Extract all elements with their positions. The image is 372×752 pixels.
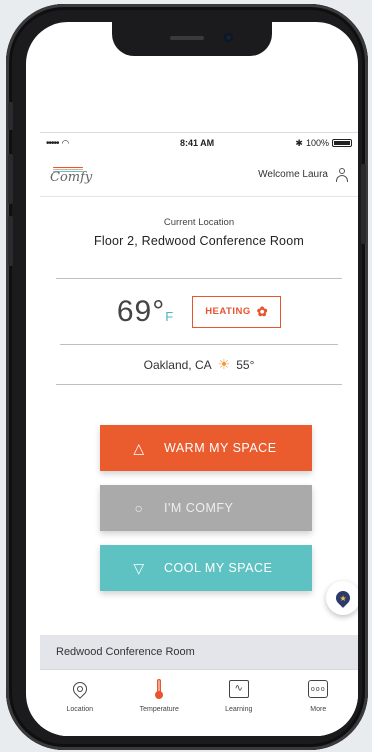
- bottom-tab-bar: Location Temperature ∿ Learning ooo More: [40, 669, 358, 725]
- weather-temp: 55°: [236, 357, 255, 372]
- tab-label: Learning: [225, 706, 253, 713]
- power-button: [361, 164, 366, 244]
- bluetooth-icon: ✱: [295, 137, 303, 148]
- battery-icon: [332, 139, 352, 147]
- user-icon[interactable]: [336, 167, 348, 182]
- temperature-unit: F: [165, 308, 175, 324]
- floating-location-button[interactable]: ★: [326, 581, 358, 615]
- phone-frame: ••••• ◠ 8:41 AM ✱ 100% Comfy Welcome Lau…: [6, 4, 368, 750]
- signal-strength: •••••: [46, 137, 59, 149]
- location-name[interactable]: Floor 2, Redwood Conference Room: [56, 234, 342, 248]
- comfy-label: I'M COMFY: [164, 501, 234, 515]
- im-comfy-button[interactable]: ○ I'M COMFY: [100, 485, 312, 531]
- battery-percent: 100%: [305, 138, 329, 148]
- tab-label: Temperature: [139, 706, 179, 713]
- heating-label: HEATING: [205, 306, 251, 317]
- logo-text: Comfy: [50, 169, 93, 185]
- current-temperature: 69°F: [116, 294, 175, 328]
- user-menu[interactable]: Welcome Laura: [258, 167, 348, 182]
- comfy-app: ••••• ◠ 8:41 AM ✱ 100% Comfy Welcome Lau…: [40, 132, 358, 736]
- warm-label: WARM MY SPACE: [164, 441, 277, 455]
- status-time: 8:41 AM: [180, 138, 215, 148]
- room-bar-name: Redwood Conference Room: [56, 646, 195, 658]
- volume-down-button: [8, 216, 13, 266]
- circle-icon: ○: [134, 500, 144, 516]
- sun-icon: ☀: [217, 356, 231, 372]
- map-pin-star-icon: ★: [333, 588, 353, 608]
- notch: [112, 22, 272, 56]
- thermometer-icon: [155, 679, 164, 699]
- welcome-text: Welcome Laura: [258, 169, 328, 180]
- weather-row: Oakland, CA ☀ 55°: [56, 345, 342, 385]
- tab-location[interactable]: Location: [40, 670, 120, 725]
- location-label: Current Location: [163, 217, 235, 228]
- comfy-logo[interactable]: Comfy: [50, 164, 93, 186]
- weather-city: Oakland, CA: [143, 357, 212, 372]
- tab-label: Location: [66, 706, 93, 713]
- tab-temperature[interactable]: Temperature: [120, 670, 200, 725]
- tab-more[interactable]: ooo More: [279, 670, 359, 725]
- tab-learning[interactable]: ∿ Learning: [199, 670, 279, 725]
- location-pin-icon: [69, 679, 90, 699]
- tab-label: More: [310, 706, 327, 713]
- activity-graph-icon: ∿: [228, 680, 249, 698]
- comfort-actions: △ WARM MY SPACE ○ I'M COMFY ▽ COOL MY SP…: [100, 425, 312, 605]
- fan-icon: ✿: [256, 303, 269, 319]
- room-bar[interactable]: Redwood Conference Room: [40, 635, 358, 669]
- status-bar: ••••• ◠ 8:41 AM ✱ 100%: [40, 133, 358, 153]
- triangle-down-icon: ▽: [133, 559, 145, 576]
- more-dots-icon: ooo: [308, 680, 329, 698]
- front-camera: [224, 33, 233, 42]
- current-location: Current Location Floor 2, Redwood Confer…: [56, 197, 342, 279]
- mute-switch: [8, 102, 13, 130]
- phone-screen: ••••• ◠ 8:41 AM ✱ 100% Comfy Welcome Lau…: [26, 22, 358, 736]
- speaker: [170, 36, 204, 40]
- warm-my-space-button[interactable]: △ WARM MY SPACE: [100, 425, 312, 471]
- triangle-up-icon: △: [133, 439, 145, 456]
- cool-my-space-button[interactable]: ▽ COOL MY SPACE: [100, 545, 312, 591]
- cool-label: COOL MY SPACE: [164, 561, 273, 575]
- thermostat-row: 69°F HEATING ✿: [60, 279, 338, 345]
- wifi-icon: ◠: [61, 137, 70, 148]
- volume-up-button: [8, 154, 13, 204]
- app-header: Comfy Welcome Laura: [40, 153, 358, 197]
- heating-status-badge: HEATING ✿: [192, 295, 282, 328]
